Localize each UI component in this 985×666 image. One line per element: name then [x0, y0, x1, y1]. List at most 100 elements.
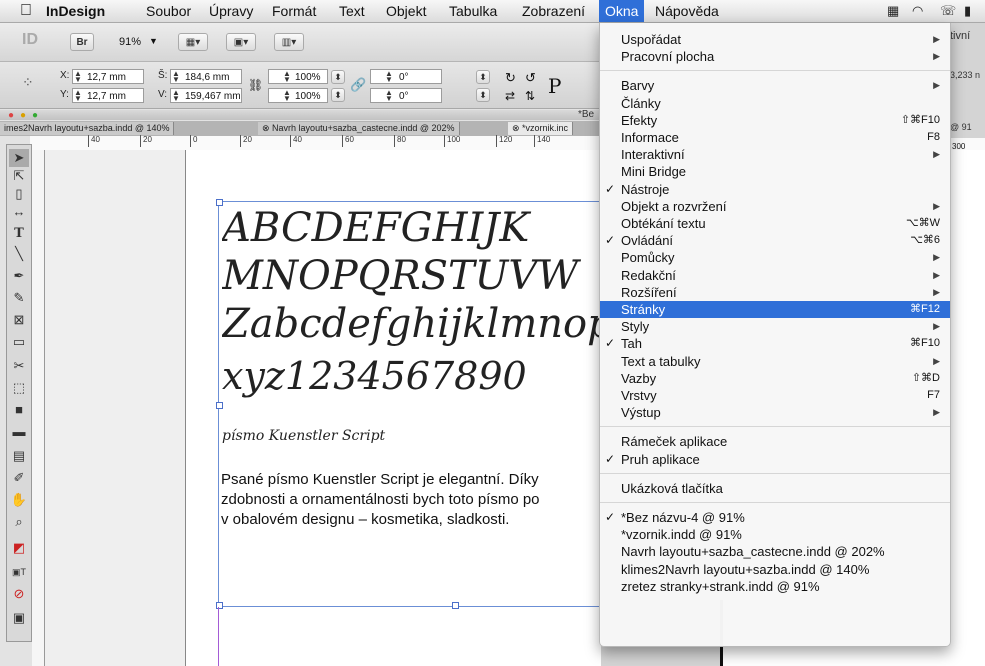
zoom-tool-icon[interactable]: ⌕ — [9, 513, 29, 531]
rectangle-frame-tool-icon[interactable]: ⊠ — [9, 311, 29, 329]
menu-text[interactable]: Text — [333, 0, 371, 22]
menu-item[interactable]: Styly ▶ — [600, 318, 950, 335]
rectangle-tool-icon[interactable]: ▭ — [9, 333, 29, 351]
arrange-documents-button[interactable]: ▥▾ — [274, 33, 304, 51]
shear-field[interactable]: ▲ ▼ 0° — [370, 88, 442, 103]
menu-item[interactable]: Ukázková tlačítka — [600, 480, 950, 497]
gap-tool-icon[interactable]: ↔ — [9, 203, 29, 221]
pen-tool-icon[interactable]: ✒ — [9, 267, 29, 285]
apply-none-icon[interactable]: ⊘ — [9, 585, 29, 603]
menu-item[interactable]: ✓ Ovládání ⌥⌘6 — [600, 232, 950, 249]
menu-item[interactable]: Uspořádat ▶ — [600, 31, 950, 48]
frame-handle[interactable] — [452, 602, 459, 609]
menu-item[interactable]: Pracovní plocha ▶ — [600, 48, 950, 65]
screen-mode-button[interactable]: ▣▾ — [226, 33, 256, 51]
tab-vzornik[interactable]: ⊗ *vzornik.inc — [508, 122, 574, 135]
menu-upravy[interactable]: Úpravy — [203, 0, 259, 22]
menu-item[interactable]: Interaktivní ▶ — [600, 146, 950, 163]
menu-item[interactable]: Články — [600, 95, 950, 112]
menu-item[interactable]: Rámeček aplikace — [600, 433, 950, 450]
scissors-tool-icon[interactable]: ✂ — [9, 357, 29, 375]
constrain-scale-icon[interactable]: 🔗 — [350, 77, 366, 93]
wifi-icon[interactable]: ◠ — [912, 3, 923, 19]
screen-mode-icon[interactable]: ▣ — [9, 609, 29, 627]
scale-x-dropdown[interactable]: ⬍ — [331, 70, 345, 84]
fill-stroke-icon[interactable]: ◩ — [9, 539, 29, 557]
line-tool-icon[interactable]: ╲ — [9, 245, 29, 263]
menu-item[interactable]: Pomůcky ▶ — [600, 249, 950, 266]
menu-item[interactable]: Mini Bridge — [600, 163, 950, 180]
menu-item[interactable]: klimes2Navrh layoutu+sazba.indd @ 140% — [600, 561, 950, 578]
menu-soubor[interactable]: Soubor — [140, 0, 197, 22]
frame-handle[interactable] — [216, 402, 223, 409]
zoom-level[interactable]: 91% — [119, 36, 141, 48]
selection-tool-icon[interactable]: ➤ — [9, 149, 29, 167]
menu-tabulka[interactable]: Tabulka — [443, 0, 503, 22]
note-tool-icon[interactable]: ▤ — [9, 447, 29, 465]
phone-icon[interactable]: ☏ — [940, 3, 956, 19]
menu-item[interactable]: ✓ Nástroje — [600, 181, 950, 198]
menu-item[interactable]: Efekty ⇧⌘F10 — [600, 112, 950, 129]
menu-napoveda[interactable]: Nápověda — [649, 0, 725, 22]
y-field[interactable]: ▲ ▼ 12,7 mm — [72, 88, 144, 103]
menu-item[interactable]: Výstup ▶ — [600, 404, 950, 421]
gradient-feather-tool-icon[interactable]: ▬ — [9, 423, 29, 441]
hand-tool-icon[interactable]: ✋ — [9, 491, 29, 509]
eyedropper-tool-icon[interactable]: ✐ — [9, 469, 29, 487]
scale-x-field[interactable]: ▲ ▼ 100% — [268, 69, 328, 84]
menu-item[interactable]: ✓ Pruh aplikace — [600, 451, 950, 468]
rotation-dropdown[interactable]: ⬍ — [476, 70, 490, 84]
menu-item[interactable]: ✓ *Bez názvu-4 @ 91% — [600, 509, 950, 526]
type-tool-icon[interactable]: T — [9, 225, 29, 243]
menu-app-indesign[interactable]: InDesign — [40, 0, 111, 22]
chevron-down-icon[interactable]: ▼ — [149, 36, 158, 46]
gradient-tool-icon[interactable]: ■ — [9, 401, 29, 419]
rotate-cw-icon[interactable]: ↻ — [505, 70, 516, 86]
formatting-affects-icon[interactable]: ▣T — [9, 563, 29, 581]
menu-item[interactable]: Text a tabulky ▶ — [600, 353, 950, 370]
menu-zobrazeni[interactable]: Zobrazení — [516, 0, 591, 22]
free-transform-tool-icon[interactable]: ⬚ — [9, 379, 29, 397]
shear-dropdown[interactable]: ⬍ — [476, 88, 490, 102]
menu-item[interactable]: Stránky ⌘F12 — [600, 301, 950, 318]
scale-y-dropdown[interactable]: ⬍ — [331, 88, 345, 102]
flip-horizontal-icon[interactable]: ⇄ — [505, 89, 515, 103]
menu-item[interactable]: Redakční ▶ — [600, 267, 950, 284]
rotate-ccw-icon[interactable]: ↺ — [525, 70, 536, 86]
menu-item[interactable]: *vzornik.indd @ 91% — [600, 526, 950, 543]
page-tool-icon[interactable]: ▯ — [9, 185, 29, 203]
battery-icon[interactable]: ▮ — [964, 3, 971, 19]
menu-format[interactable]: Formát — [266, 0, 322, 22]
menu-okna[interactable]: Okna — [599, 0, 645, 22]
menu-item[interactable]: Objekt a rozvržení ▶ — [600, 198, 950, 215]
view-options-button[interactable]: ▦▾ — [178, 33, 208, 51]
menu-item[interactable]: zretez stranky+strank.indd @ 91% — [600, 578, 950, 595]
window-minimize-icon[interactable]: ● — [20, 110, 26, 121]
bridge-button[interactable]: Br — [70, 33, 94, 51]
menu-item[interactable]: Navrh layoutu+sazba_castecne.indd @ 202% — [600, 543, 950, 560]
menu-item[interactable]: Vrstvy F7 — [600, 387, 950, 404]
menu-item[interactable]: Vazby ⇧⌘D — [600, 370, 950, 387]
rotation-field[interactable]: ▲ ▼ 0° — [370, 69, 442, 84]
menu-item[interactable]: Rozšíření ▶ — [600, 284, 950, 301]
menu-objekt[interactable]: Objekt — [380, 0, 432, 22]
height-field[interactable]: ▲ ▼ 159,467 mm — [170, 88, 242, 103]
flip-vertical-icon[interactable]: ⇅ — [525, 89, 535, 103]
tab-klimes2navrh[interactable]: imes2Navrh layoutu+sazba.indd @ 140% — [0, 122, 175, 135]
window-close-icon[interactable]: ● — [8, 110, 14, 121]
width-field[interactable]: ▲ ▼ 184,6 mm — [170, 69, 242, 84]
menu-item[interactable]: Informace F8 — [600, 129, 950, 146]
pencil-tool-icon[interactable]: ✎ — [9, 289, 29, 307]
tab-close-icon[interactable]: ⊗ — [262, 123, 272, 133]
tab-navrh-layoutu-castecne[interactable]: ⊗ Navrh layoutu+sazba_castecne.indd @ 20… — [258, 122, 460, 135]
menu-item[interactable]: Barvy ▶ — [600, 77, 950, 94]
reference-point-icon[interactable]: ⁘ — [22, 74, 34, 91]
window-zoom-icon[interactable]: ● — [32, 110, 38, 121]
apple-icon[interactable]:  — [14, 0, 38, 22]
direct-selection-tool-icon[interactable]: ⇱ — [9, 167, 29, 185]
constrain-proportions-icon[interactable]: ⛓ — [248, 78, 263, 92]
adobe-status-icon[interactable]: ▦ — [887, 3, 899, 19]
menu-item[interactable]: ✓ Tah ⌘F10 — [600, 335, 950, 352]
tab-close-icon[interactable]: ⊗ — [512, 123, 522, 133]
menu-item[interactable]: Obtékání textu ⌥⌘W — [600, 215, 950, 232]
